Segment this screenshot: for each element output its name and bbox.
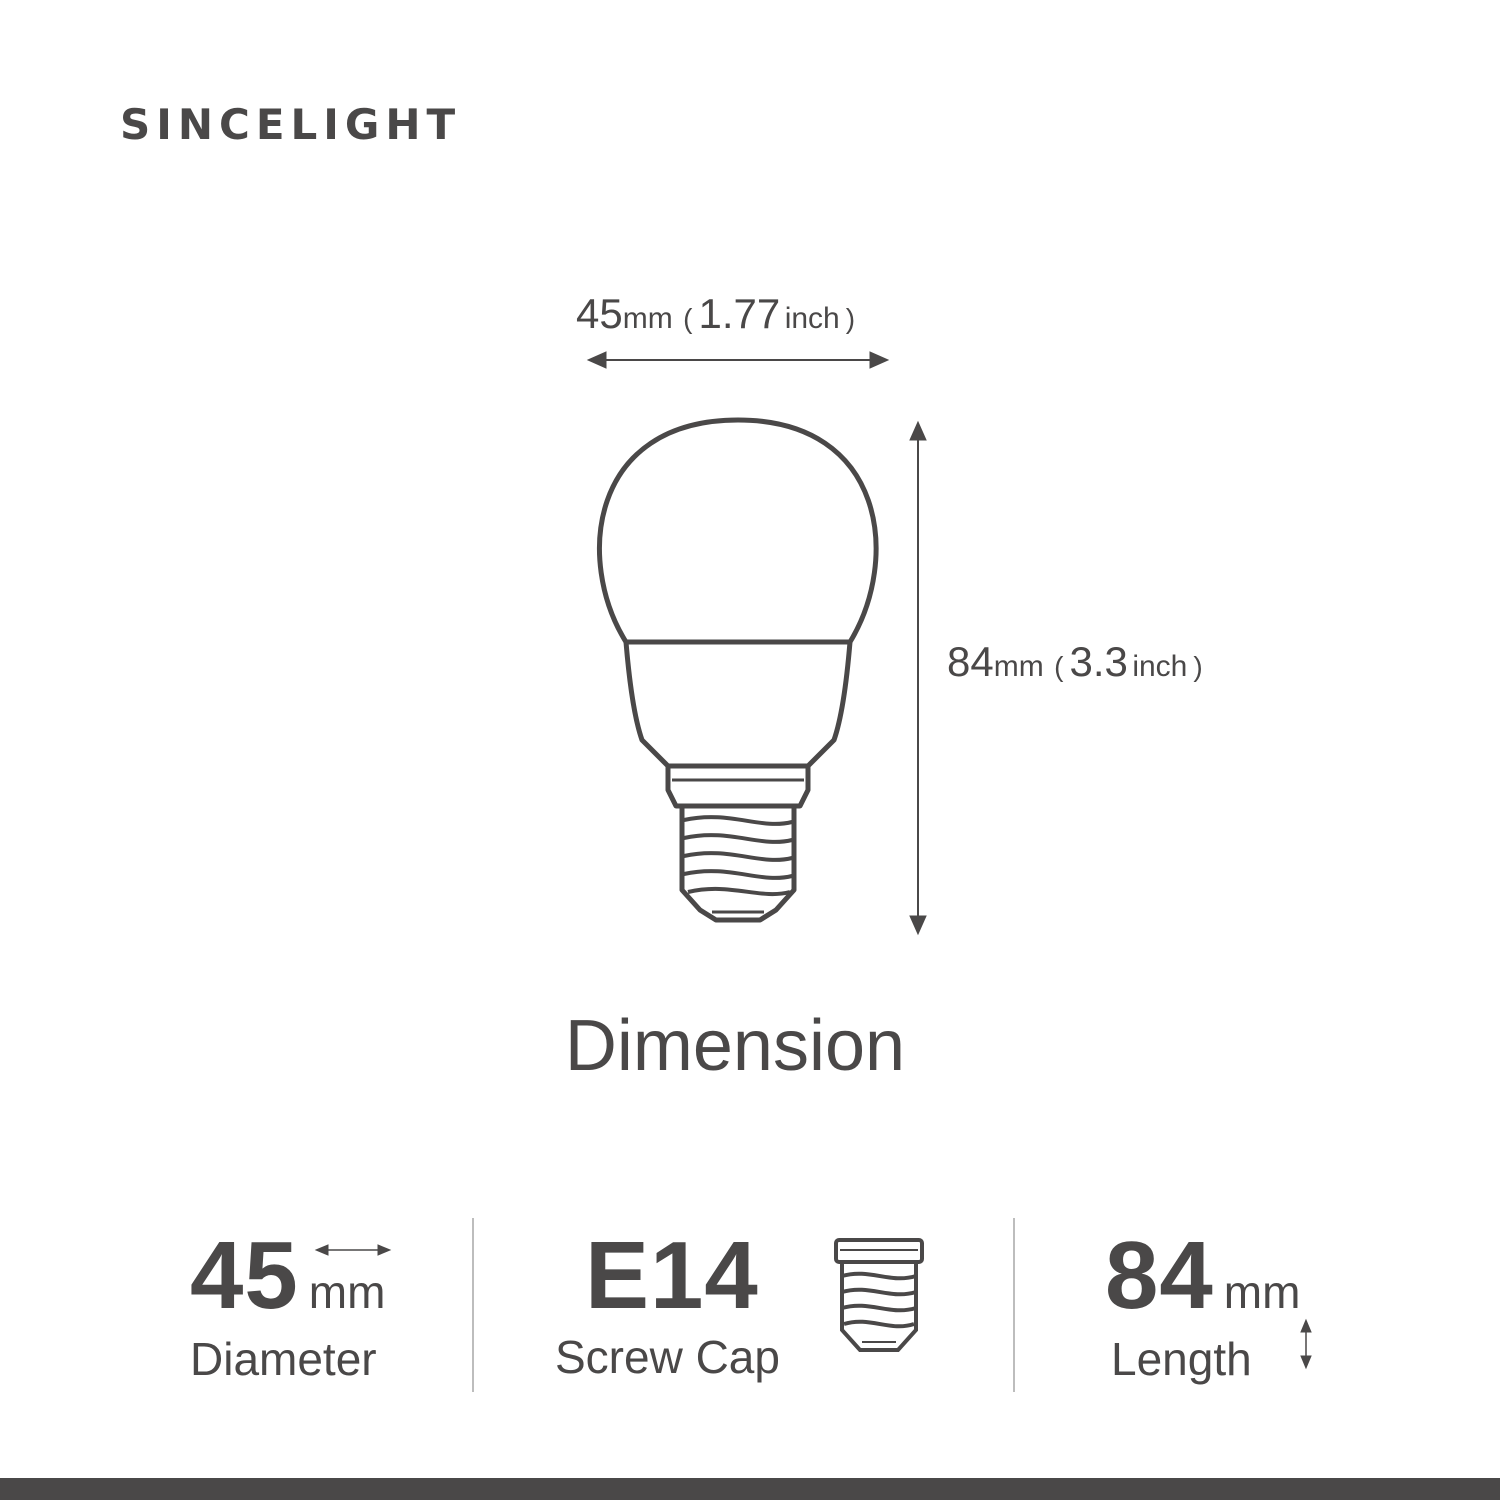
diameter-value: 45	[190, 1222, 299, 1329]
bulb-outline-icon	[597, 417, 879, 923]
screw-cap-icon	[834, 1238, 924, 1352]
cap-value: E14	[585, 1222, 759, 1329]
divider-right	[1013, 1218, 1015, 1392]
length-value: 84	[1105, 1222, 1214, 1329]
divider-left	[472, 1218, 474, 1392]
height-arrow-icon	[909, 420, 927, 936]
length-caption: Length	[1111, 1333, 1252, 1385]
spec-diameter: 45 mm Diameter	[190, 1228, 386, 1385]
footer-bar	[0, 1478, 1500, 1500]
cap-caption: Screw Cap	[555, 1331, 780, 1383]
spec-screw-cap: E14 Screw Cap	[555, 1222, 780, 1383]
width-arrow-icon	[586, 351, 890, 369]
diameter-unit: mm	[308, 1266, 386, 1318]
page-title: Dimension	[564, 1006, 906, 1086]
length-unit: mm	[1223, 1266, 1301, 1318]
spec-length: 84 mm Length	[1105, 1228, 1301, 1385]
length-arrow-icon	[1300, 1318, 1312, 1370]
diameter-caption: Diameter	[190, 1333, 377, 1385]
